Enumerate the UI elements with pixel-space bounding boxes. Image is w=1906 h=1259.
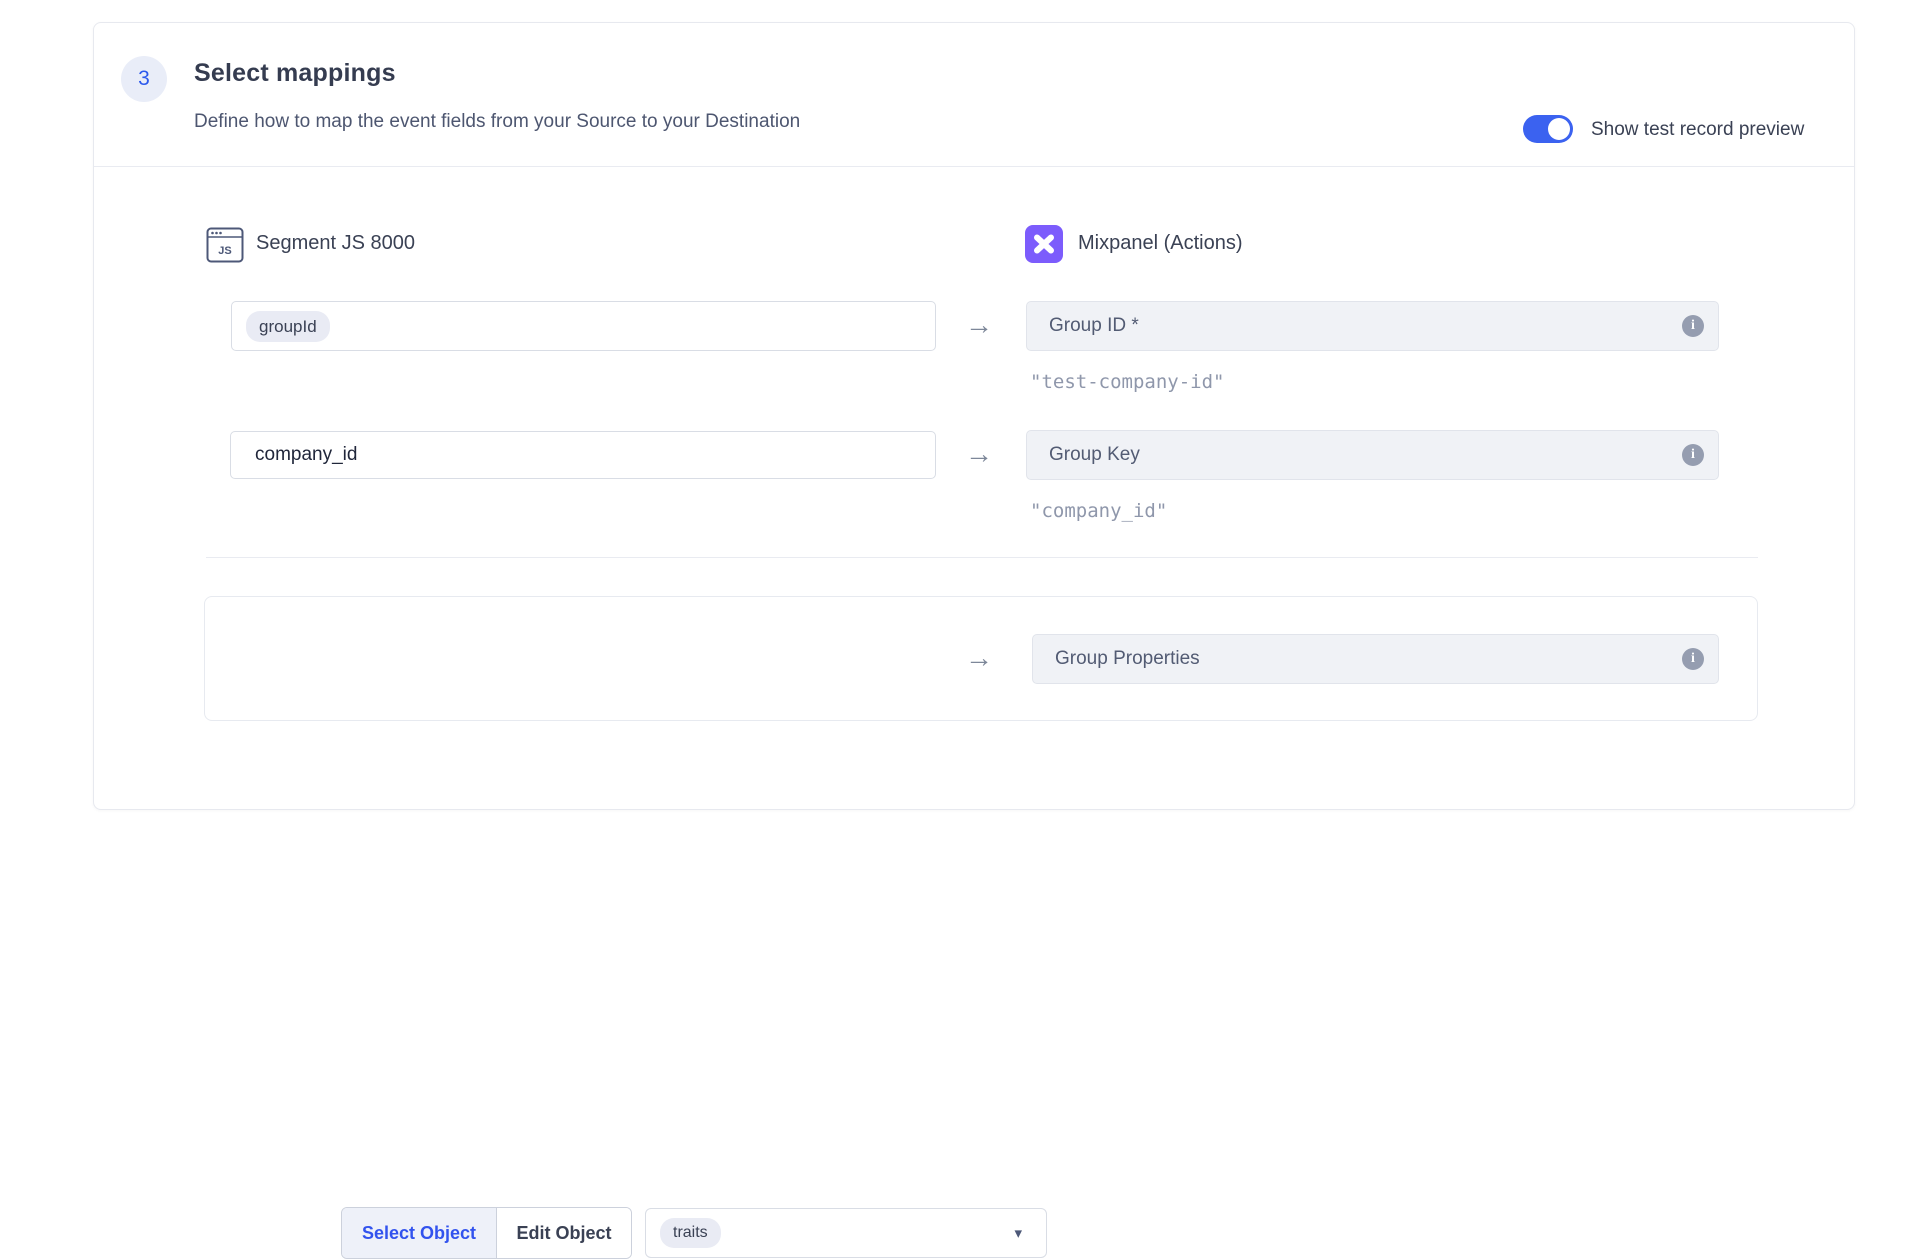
destination-name: Mixpanel (Actions) <box>1078 232 1243 255</box>
page-subtitle: Define how to map the event fields from … <box>194 111 800 133</box>
javascript-browser-icon: JS <box>206 227 244 268</box>
destination-field-group-properties: Group Properties i <box>1032 634 1719 684</box>
destination-field-label: Group Key <box>1049 444 1682 466</box>
arrow-right-icon: → <box>949 439 1009 469</box>
arrow-right-icon: → <box>949 310 1009 340</box>
source-field-chip[interactable]: groupId <box>246 311 330 342</box>
destination-field-label: Group Properties <box>1055 648 1682 670</box>
test-record-preview-value: "company_id" <box>1030 500 1167 522</box>
arrow-right-icon: → <box>949 643 1009 673</box>
section-divider <box>206 557 1758 558</box>
toggle-label: Show test record preview <box>1591 119 1804 141</box>
edit-object-button[interactable]: Edit Object <box>496 1208 631 1258</box>
source-field-input-company-id[interactable]: company_id <box>230 431 936 479</box>
object-source-dropdown[interactable]: traits ▾ <box>645 1208 1047 1258</box>
info-icon[interactable]: i <box>1682 444 1704 466</box>
chevron-down-icon: ▾ <box>1014 1224 1022 1242</box>
mixpanel-icon <box>1025 225 1063 268</box>
show-test-record-toggle[interactable] <box>1523 115 1573 143</box>
select-mappings-card: 3 Select mappings Define how to map the … <box>93 22 1855 810</box>
source-field-input-groupid[interactable]: groupId <box>231 301 936 351</box>
header-divider <box>94 166 1854 167</box>
destination-field-group-id: Group ID * i <box>1026 301 1719 351</box>
source-field-value: company_id <box>231 444 357 466</box>
select-object-button[interactable]: Select Object <box>342 1208 496 1258</box>
toggle-knob <box>1548 118 1570 140</box>
info-icon[interactable]: i <box>1682 315 1704 337</box>
destination-field-label: Group ID * <box>1049 315 1682 337</box>
info-icon[interactable]: i <box>1682 648 1704 670</box>
object-mode-segmented-control: Select Object Edit Object <box>341 1207 632 1259</box>
source-name: Segment JS 8000 <box>256 232 415 255</box>
step-number-badge: 3 <box>121 56 167 102</box>
test-record-preview-value: "test-company-id" <box>1030 371 1224 393</box>
page-title: Select mappings <box>194 59 396 88</box>
dropdown-selected-chip[interactable]: traits <box>660 1218 721 1248</box>
destination-field-group-key: Group Key i <box>1026 430 1719 480</box>
svg-text:JS: JS <box>218 245 231 257</box>
